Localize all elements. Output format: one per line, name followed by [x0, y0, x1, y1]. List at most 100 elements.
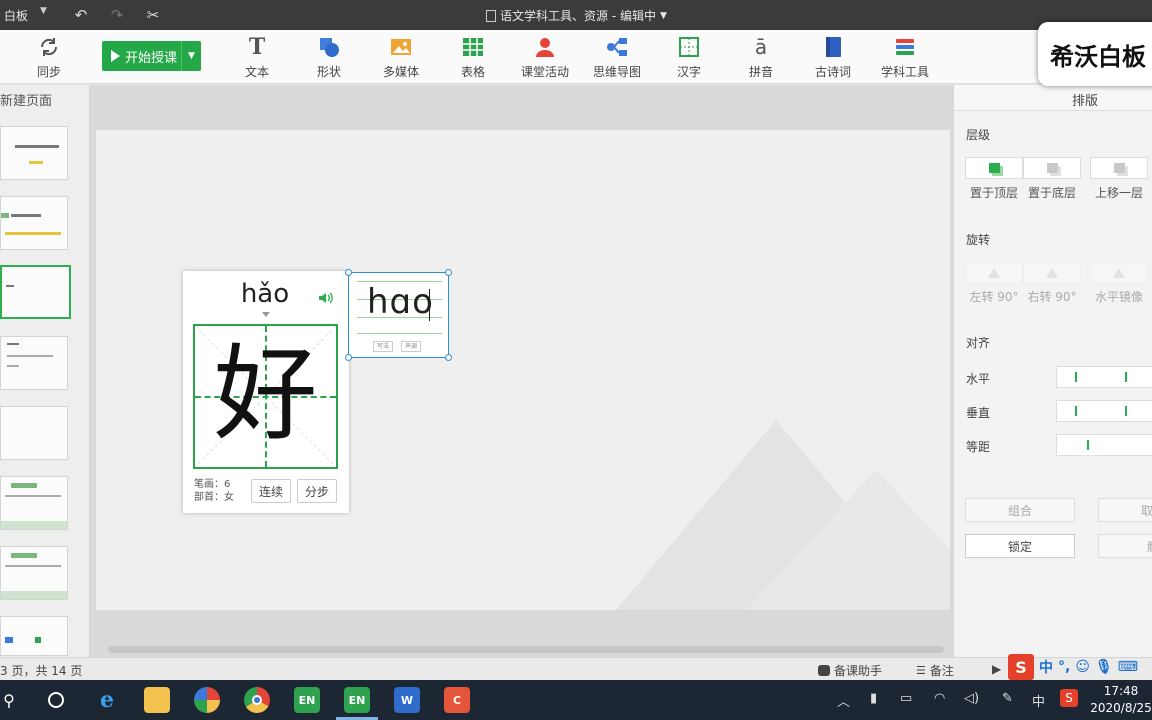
hanzi-character: 好	[213, 333, 318, 455]
tab-layout[interactable]: 排版	[954, 85, 1152, 111]
system-clock[interactable]: 17:48 2020/8/25	[1090, 683, 1152, 717]
distribute-icon[interactable]	[1087, 440, 1099, 450]
app-menu-caret-icon[interactable]: ▼	[40, 6, 47, 16]
start-dropdown-icon[interactable]: ▼	[181, 41, 201, 71]
tool-activity[interactable]: 课堂活动	[509, 36, 581, 82]
sogou-tray-icon[interactable]: S	[1060, 689, 1078, 707]
tab-layout-label: 排版	[1072, 94, 1099, 109]
slide-thumbnail[interactable]	[0, 616, 68, 656]
unlock-button[interactable]: 解	[1098, 534, 1152, 558]
slide-thumbnail[interactable]	[0, 406, 68, 460]
tool-shape[interactable]: 形状	[293, 36, 365, 82]
lock-button[interactable]: 锁定	[965, 534, 1075, 558]
ime-mode[interactable]: 中	[1039, 657, 1053, 677]
distribute-buttons[interactable]	[1056, 434, 1152, 456]
tool-text[interactable]: T 文本	[221, 34, 293, 82]
lesson-assistant-button[interactable]: 备课助手	[818, 662, 882, 679]
wps-writer-icon[interactable]: W	[394, 687, 420, 713]
pinyin-dropdown-icon[interactable]	[262, 312, 270, 317]
easinote-icon[interactable]: EN	[294, 687, 320, 713]
volume-icon[interactable]: ◁)	[964, 691, 979, 706]
play-slideshow-icon[interactable]: ▶	[992, 662, 1001, 676]
pinyin-text-value[interactable]: hɑo	[367, 282, 434, 322]
ungroup-button[interactable]: 取消	[1098, 498, 1152, 522]
language-indicator[interactable]: 中	[1032, 691, 1045, 710]
rotate-right-button[interactable]	[1023, 262, 1081, 284]
step-button[interactable]: 分步	[297, 479, 337, 503]
pen-icon[interactable]: ✎	[1002, 691, 1013, 706]
chrome-icon[interactable]	[244, 687, 270, 713]
battery-icon[interactable]: ▭	[900, 691, 912, 706]
file-explorer-icon[interactable]	[144, 687, 170, 713]
notes-button[interactable]: ☰ 备注	[916, 662, 954, 679]
hanzi-card[interactable]: hǎo 好 笔画：6 部首：女 连续 分步	[183, 271, 349, 513]
slide-thumbnail[interactable]	[0, 476, 68, 530]
scissors-icon[interactable]: ✂	[142, 4, 164, 26]
speaker-icon[interactable]	[319, 292, 333, 304]
bring-forward-button[interactable]	[1090, 157, 1148, 179]
bring-to-front-icon	[988, 163, 1000, 173]
align-top-icon[interactable]	[1075, 406, 1087, 416]
sync-button[interactable]: 同步	[13, 36, 85, 82]
resize-handle[interactable]	[445, 269, 452, 276]
ime-emoji-icon[interactable]: ☺	[1075, 659, 1090, 675]
resize-handle[interactable]	[345, 354, 352, 361]
group-button[interactable]: 组合	[965, 498, 1075, 522]
tool-mindmap[interactable]: 思维导图	[581, 36, 653, 82]
layout-panel: 排版 层级 置于顶层 置于底层 上移一层 旋转 左转 90° 右转 90° 水平…	[953, 85, 1152, 657]
tool-subject[interactable]: 学科工具	[869, 36, 941, 82]
redo-icon[interactable]: ↷	[106, 4, 128, 26]
tool-media[interactable]: 多媒体	[365, 36, 437, 82]
tool-hanzi[interactable]: 汉字	[653, 36, 725, 82]
tray-expand-icon[interactable]: ︿	[837, 691, 850, 710]
ime-keyboard-icon[interactable]: ⌨	[1118, 659, 1138, 675]
ime-mic-icon[interactable]: 🎙	[1095, 659, 1113, 675]
mini-writing-button[interactable]: 写法	[373, 341, 394, 352]
pinyin-text-box[interactable]: hɑo 写法 声调	[345, 269, 452, 361]
task-view-icon[interactable]	[43, 687, 69, 713]
sogou-ime-icon[interactable]: S	[1008, 654, 1034, 680]
sync-label: 同步	[36, 65, 61, 79]
rotate-left-button[interactable]	[965, 262, 1023, 284]
bring-forward-icon	[1113, 163, 1125, 173]
new-page-button[interactable]: 新建页面	[0, 90, 52, 109]
align-vertical-buttons[interactable]	[1056, 400, 1152, 422]
resize-handle[interactable]	[345, 269, 352, 276]
undo-icon[interactable]: ↶	[70, 4, 92, 26]
align-left-icon[interactable]	[1075, 372, 1087, 382]
send-to-back-button[interactable]	[1023, 157, 1081, 179]
slide-thumbnail[interactable]	[0, 196, 68, 250]
ime-toolbar[interactable]: S 中 °, ☺ 🎙 ⌨	[1008, 653, 1138, 681]
easinote-active-icon[interactable]: EN	[344, 687, 370, 713]
tool-pinyin[interactable]: ā 拼音	[725, 35, 797, 82]
slide-thumbnail-active[interactable]	[0, 265, 71, 319]
search-icon[interactable]: ⚲	[0, 687, 22, 713]
horizontal-scrollbar[interactable]	[108, 646, 944, 653]
mini-tone-button[interactable]: 声调	[401, 341, 422, 352]
slide-thumbnail[interactable]	[0, 336, 68, 390]
robot-icon	[818, 665, 830, 676]
align-center-icon[interactable]	[1125, 372, 1137, 382]
camtasia-icon[interactable]: C	[444, 687, 470, 713]
wifi-icon[interactable]: ◠	[934, 691, 945, 706]
usb-icon[interactable]: ▮	[870, 691, 877, 706]
tool-poetry[interactable]: 古诗词	[797, 36, 869, 82]
mirror-horizontal-button[interactable]	[1090, 262, 1148, 284]
document-title[interactable]: 语文学科工具、资源 - 编辑中 ▼	[486, 7, 667, 24]
tool-pinyin-label: 拼音	[748, 65, 773, 79]
tool-table-label: 表格	[460, 65, 485, 79]
edge-icon[interactable]: e	[94, 687, 120, 713]
start-teaching-button[interactable]: 开始授课 ▼	[102, 41, 201, 71]
tool-table[interactable]: 表格	[437, 36, 509, 82]
slide-thumbnail[interactable]	[0, 126, 68, 180]
continuous-button[interactable]: 连续	[251, 479, 291, 503]
ime-punct-icon[interactable]: °,	[1058, 659, 1070, 675]
align-horizontal-buttons[interactable]	[1056, 366, 1152, 388]
resize-handle[interactable]	[445, 354, 452, 361]
slide-thumbnail[interactable]	[0, 546, 68, 600]
pinwheel-app-icon[interactable]	[194, 687, 220, 713]
title-caret-icon: ▼	[659, 10, 667, 21]
align-section-title: 对齐	[966, 336, 991, 350]
align-middle-icon[interactable]	[1125, 406, 1137, 416]
bring-to-front-button[interactable]	[965, 157, 1023, 179]
